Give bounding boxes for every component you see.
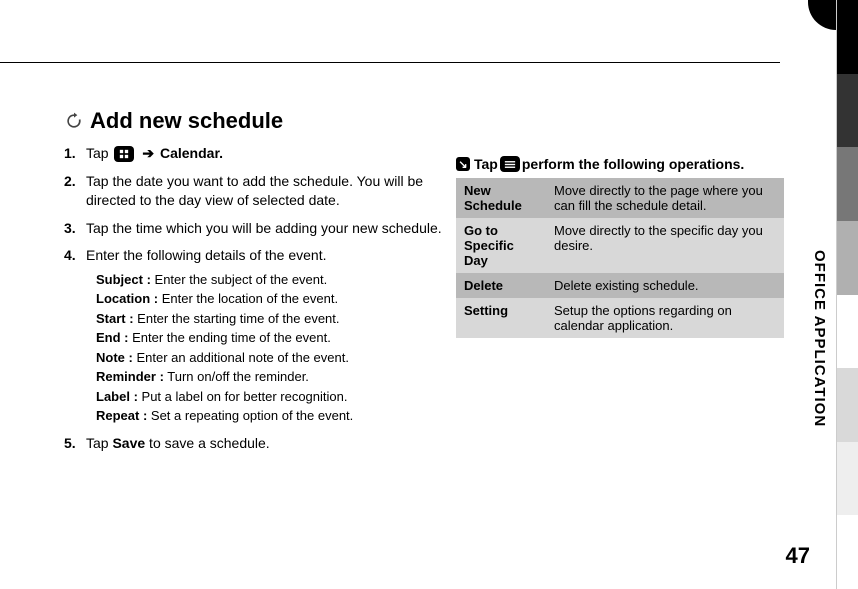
- header-rule: [0, 62, 780, 63]
- detail-row: Start : Enter the starting time of the e…: [96, 309, 459, 329]
- step-body: Enter the following details of the event…: [86, 246, 459, 426]
- table-row: Go to Specific Day Move directly to the …: [456, 218, 784, 273]
- step-item: 3. Tap the time which you will be adding…: [64, 219, 459, 239]
- tab-marker: [836, 147, 858, 221]
- step-number: 5.: [64, 434, 80, 454]
- detail-text: Enter an additional note of the event.: [133, 350, 349, 365]
- tab-marker: [836, 74, 858, 148]
- tip-suffix: perform the following operations.: [522, 156, 744, 172]
- detail-label: Reminder :: [96, 369, 164, 384]
- step-item: 2. Tap the date you want to add the sche…: [64, 172, 459, 211]
- step-text-bold: Calendar.: [160, 145, 223, 161]
- detail-text: Enter the location of the event.: [158, 291, 338, 306]
- arrow-right-icon: ➔: [142, 145, 154, 161]
- detail-row: Location : Enter the location of the eve…: [96, 289, 459, 309]
- op-desc: Delete existing schedule.: [546, 273, 784, 298]
- detail-text: Enter the starting time of the event.: [134, 311, 340, 326]
- detail-label: Location :: [96, 291, 158, 306]
- op-label: Delete: [456, 273, 546, 298]
- detail-text: Turn on/off the reminder.: [164, 369, 309, 384]
- detail-label: End :: [96, 330, 129, 345]
- tab-marker: [836, 515, 858, 589]
- steps-list: 1. Tap ➔ Calendar. 2. Tap the date you w…: [64, 144, 459, 454]
- detail-label: Repeat :: [96, 408, 147, 423]
- step-number: 4.: [64, 246, 80, 426]
- event-detail-list: Subject : Enter the subject of the event…: [96, 270, 459, 426]
- tab-marker-active: [836, 295, 858, 369]
- operations-panel: ↘ Tap perform the following operations. …: [456, 156, 784, 338]
- op-label: Setting: [456, 298, 546, 338]
- detail-row: Note : Enter an additional note of the e…: [96, 348, 459, 368]
- step-text: Tap: [86, 145, 112, 161]
- heading-text: Add new schedule: [90, 108, 283, 134]
- detail-label: Note :: [96, 350, 133, 365]
- step-body: Tap Save to save a schedule.: [86, 434, 459, 454]
- step-item: 5. Tap Save to save a schedule.: [64, 434, 459, 454]
- tip-header: ↘ Tap perform the following operations.: [456, 156, 784, 172]
- detail-text: Put a label on for better recognition.: [138, 389, 348, 404]
- detail-text: Enter the subject of the event.: [151, 272, 327, 287]
- table-row: Delete Delete existing schedule.: [456, 273, 784, 298]
- table-row: New Schedule Move directly to the page w…: [456, 178, 784, 218]
- step-number: 1.: [64, 144, 80, 164]
- detail-label: Label :: [96, 389, 138, 404]
- detail-row: Subject : Enter the subject of the event…: [96, 270, 459, 290]
- side-tabs: [836, 0, 858, 589]
- op-label: Go to Specific Day: [456, 218, 546, 273]
- tab-marker: [836, 442, 858, 516]
- step-text: to save a schedule.: [145, 435, 270, 451]
- op-desc: Move directly to the page where you can …: [546, 178, 784, 218]
- step-body: Tap ➔ Calendar.: [86, 144, 459, 164]
- op-label: New Schedule: [456, 178, 546, 218]
- step-body: Tap the date you want to add the schedul…: [86, 172, 459, 211]
- apps-grid-icon: [114, 146, 134, 162]
- detail-label: Subject :: [96, 272, 151, 287]
- main-content: Add new schedule 1. Tap ➔ Calendar. 2. T…: [64, 108, 784, 462]
- detail-row: End : Enter the ending time of the event…: [96, 328, 459, 348]
- op-desc: Setup the options regarding on calendar …: [546, 298, 784, 338]
- step-item: 1. Tap ➔ Calendar.: [64, 144, 459, 164]
- step-text: Tap: [86, 435, 112, 451]
- section-heading: Add new schedule: [64, 108, 784, 134]
- op-desc: Move directly to the specific day you de…: [546, 218, 784, 273]
- table-row: Setting Setup the options regarding on c…: [456, 298, 784, 338]
- detail-text: Enter the ending time of the event.: [129, 330, 331, 345]
- page-corner-decoration: [808, 0, 836, 30]
- tab-marker: [836, 0, 858, 74]
- menu-lines-icon: [500, 156, 520, 172]
- tip-prefix: Tap: [474, 156, 498, 172]
- detail-row: Reminder : Turn on/off the reminder.: [96, 367, 459, 387]
- section-side-label: OFFICE APPLICATION: [811, 250, 828, 427]
- tip-arrow-icon: ↘: [456, 157, 470, 171]
- step-text: Enter the following details of the event…: [86, 247, 326, 263]
- page-number: 47: [786, 543, 810, 569]
- operations-table: New Schedule Move directly to the page w…: [456, 178, 784, 338]
- detail-row: Label : Put a label on for better recogn…: [96, 387, 459, 407]
- step-number: 3.: [64, 219, 80, 239]
- detail-text: Set a repeating option of the event.: [147, 408, 353, 423]
- refresh-icon: [64, 111, 84, 131]
- tab-marker: [836, 368, 858, 442]
- step-item: 4. Enter the following details of the ev…: [64, 246, 459, 426]
- step-body: Tap the time which you will be adding yo…: [86, 219, 459, 239]
- step-number: 2.: [64, 172, 80, 211]
- detail-label: Start :: [96, 311, 134, 326]
- tab-marker: [836, 221, 858, 295]
- detail-row: Repeat : Set a repeating option of the e…: [96, 406, 459, 426]
- step-text-bold: Save: [112, 435, 145, 451]
